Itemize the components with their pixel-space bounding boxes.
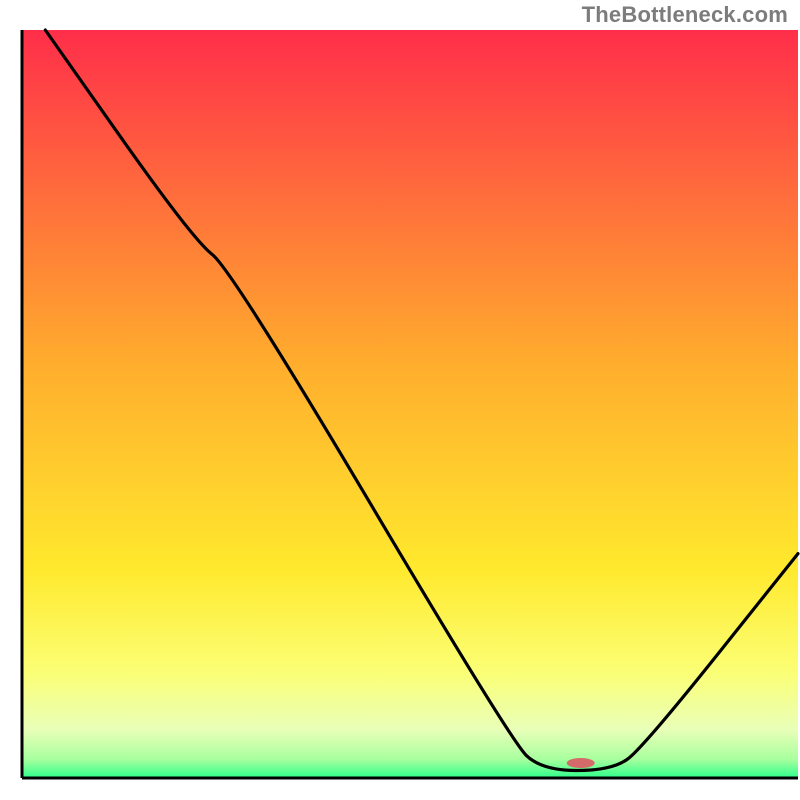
bottleneck-chart	[0, 0, 800, 800]
chart-container: TheBottleneck.com	[0, 0, 800, 800]
watermark-text: TheBottleneck.com	[582, 2, 788, 28]
plot-background	[22, 30, 798, 778]
optimal-marker	[567, 758, 595, 768]
